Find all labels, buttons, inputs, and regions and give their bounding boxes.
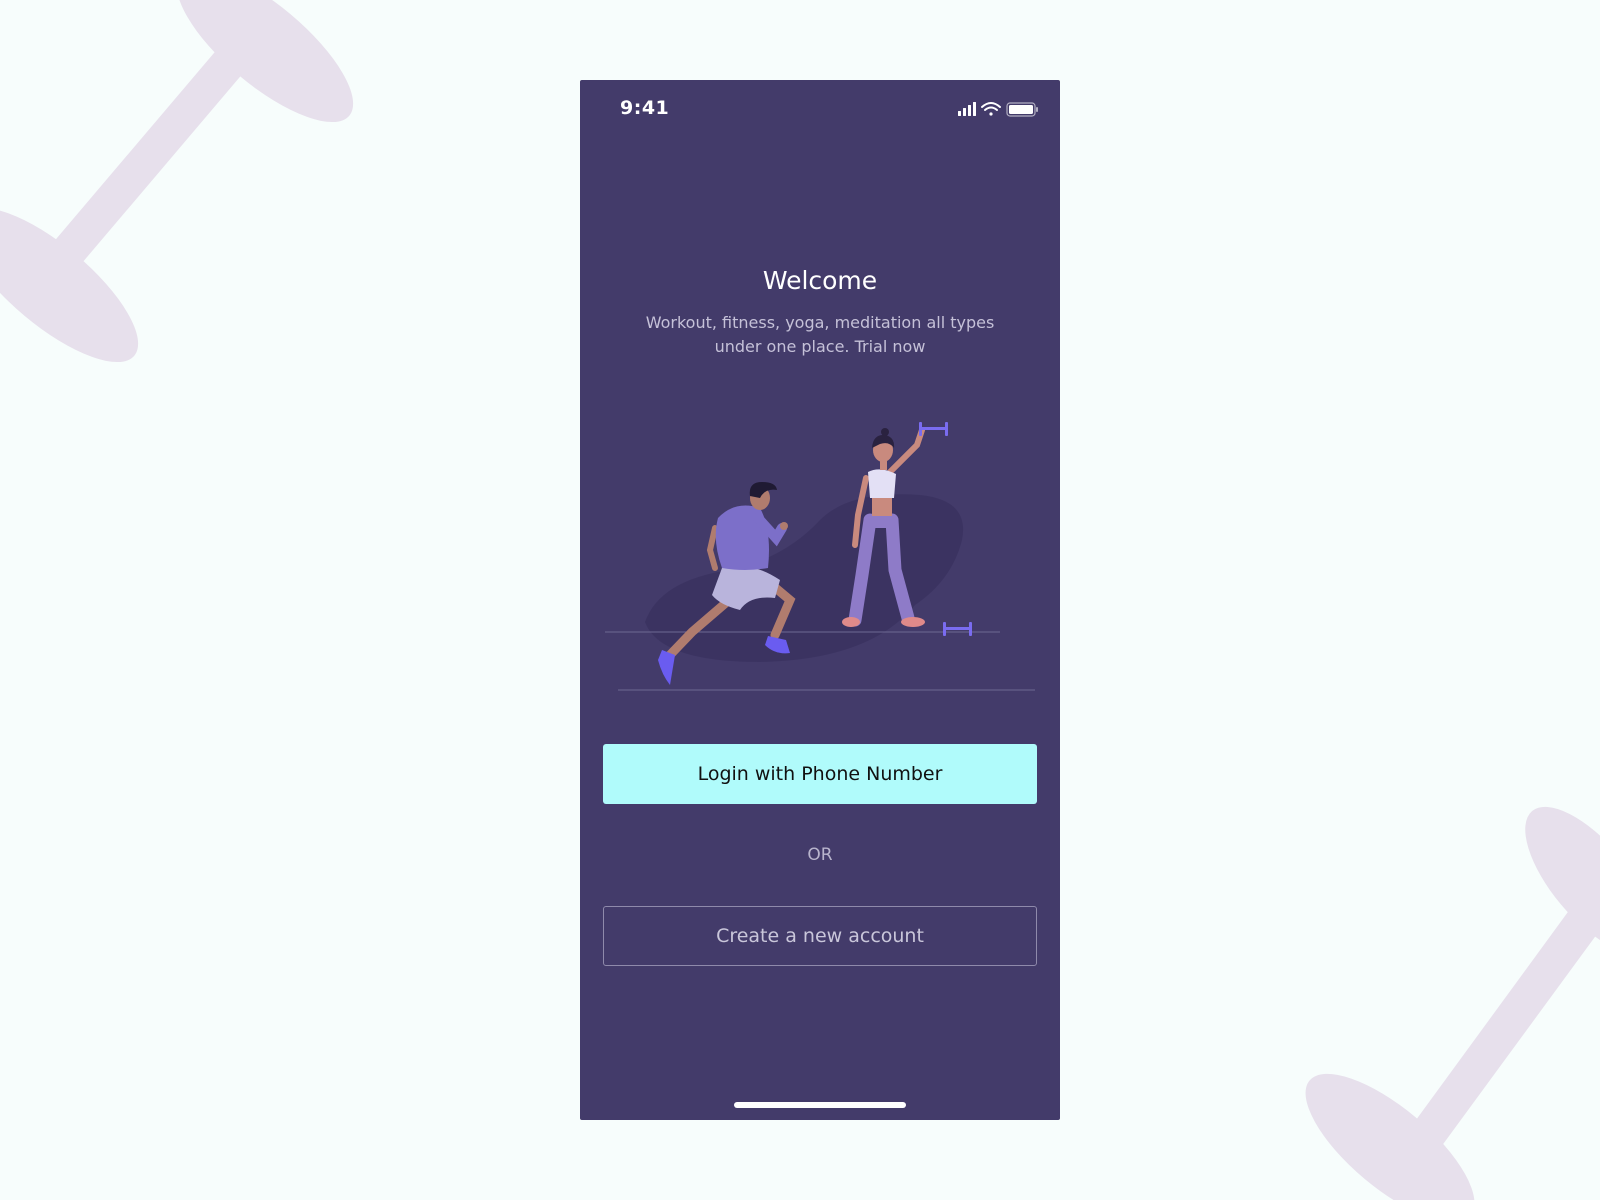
signal-icon [958,102,976,116]
create-account-button[interactable]: Create a new account [603,906,1037,966]
status-icons [958,102,1038,117]
battery-icon [1006,102,1038,117]
status-time: 9:41 [620,97,670,119]
fitness-illustration [605,422,1035,691]
welcome-title: Welcome [762,266,878,295]
welcome-subtitle: Workout, fitness, yoga, meditation all t… [645,313,995,356]
or-divider: OR [807,845,833,865]
home-indicator[interactable] [734,1102,906,1108]
status-bar: 9:41 [580,80,1060,140]
phone-screen: 9:41 Welcome Workout, fitness, yoga, med… [580,80,1060,1120]
wifi-icon [981,102,1001,116]
login-with-phone-button[interactable]: Login with Phone Number [603,744,1037,804]
canvas: 9:41 Welcome Workout, fitness, yoga, med… [0,0,1600,1200]
